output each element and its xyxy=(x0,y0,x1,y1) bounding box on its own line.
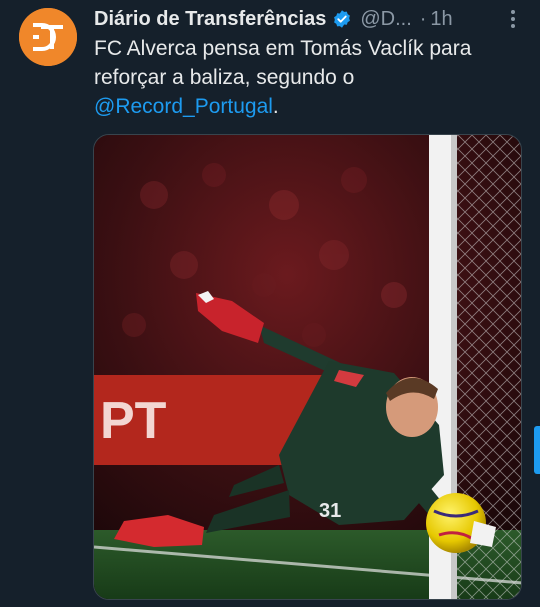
tweet-text-line-2: reforçar a baliza, segundo o xyxy=(94,66,355,89)
tweet-header: Diário de Transferências @D... · 1h xyxy=(94,6,526,32)
header-separator: · xyxy=(419,7,427,30)
verified-badge-icon xyxy=(332,9,352,29)
tweet-text-period: . xyxy=(272,95,279,118)
tweet-text-line-3: @Record_Portugal. xyxy=(94,92,514,121)
tweet-text-line-1: FC Alverca pensa em Tomás Vaclík para xyxy=(94,37,472,60)
dt-logo-icon xyxy=(19,8,77,66)
jersey-number: 31 xyxy=(319,500,341,522)
tweet[interactable]: Diário de Transferências @D... · 1h FC A… xyxy=(0,0,540,607)
scrollbar-thumb[interactable] xyxy=(534,426,540,474)
tweet-timestamp[interactable]: 1h xyxy=(430,8,452,31)
goalkeeper-photo: PT 31 xyxy=(94,135,521,599)
mention-link[interactable]: @Record_Portugal xyxy=(94,95,273,118)
author-display-name[interactable]: Diário de Transferências xyxy=(94,8,326,31)
tweet-text: FC Alverca pensa em Tomás Vaclík para re… xyxy=(94,34,514,121)
banner-text: PT xyxy=(100,392,167,450)
more-options-icon[interactable] xyxy=(502,8,524,30)
author-handle[interactable]: @D... xyxy=(360,8,411,31)
tweet-media-photo[interactable]: PT 31 xyxy=(93,134,522,600)
author-avatar[interactable] xyxy=(19,8,77,66)
